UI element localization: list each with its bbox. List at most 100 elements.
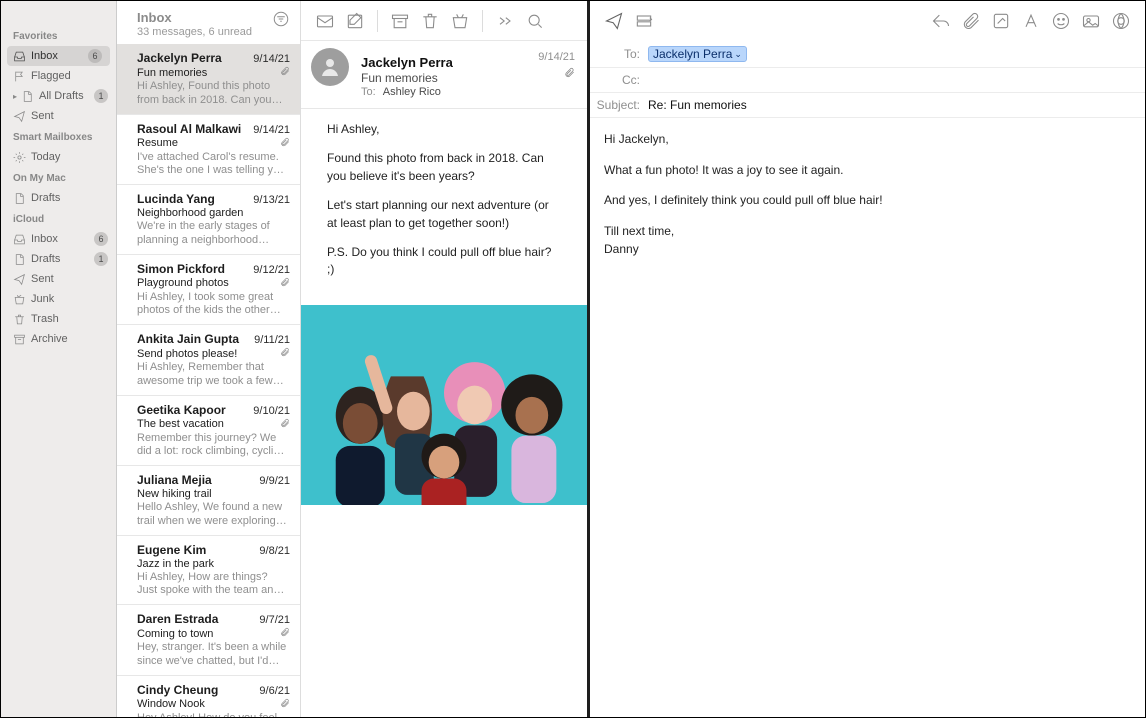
junk-icon[interactable] (446, 7, 474, 35)
subject-field[interactable]: Subject: Re: Fun memories (590, 93, 1145, 118)
link-icon[interactable] (1107, 7, 1135, 35)
date: 9/13/21 (253, 194, 290, 206)
sender: Rasoul Al Malkawi (137, 122, 245, 136)
date: 9/10/21 (253, 405, 290, 417)
badge: 6 (88, 49, 102, 63)
to-label: To: (361, 86, 376, 98)
trash-icon[interactable] (416, 7, 444, 35)
paperclip-icon (280, 627, 290, 640)
sidebar-item-label: Inbox (31, 50, 88, 62)
sidebar-item-icloud-junk[interactable]: Junk (1, 289, 116, 309)
paperplane-icon (11, 109, 27, 123)
sender: Ankita Jain Gupta (137, 332, 243, 346)
subject: Playground photos (137, 277, 233, 289)
gear-icon (11, 150, 27, 164)
sidebar-item-all-drafts[interactable]: ▸ All Drafts 1 (1, 86, 116, 106)
sidebar-item-flagged[interactable]: Flagged (1, 66, 116, 86)
preview: Hey Ashley! How do you feel about blinds… (137, 712, 290, 718)
attach-icon[interactable] (957, 7, 985, 35)
subject: Window Nook (137, 698, 209, 710)
sidebar-item-icloud-sent[interactable]: Sent (1, 269, 116, 289)
markup-icon[interactable] (987, 7, 1015, 35)
message-list-item[interactable]: Juliana Mejia9/9/21New hiking trailHello… (117, 466, 300, 536)
to-field[interactable]: To: Jackelyn Perra ⌄ (590, 41, 1145, 68)
envelope-icon[interactable] (311, 7, 339, 35)
message-list[interactable]: Jackelyn Perra9/14/21Fun memoriesHi Ashl… (117, 44, 300, 717)
document-icon (11, 252, 27, 266)
paperclip-icon (280, 347, 290, 360)
chevron-down-icon[interactable]: ⌄ (734, 49, 742, 60)
subject: New hiking trail (137, 488, 216, 500)
sender: Juliana Mejia (137, 473, 216, 487)
archive-icon[interactable] (386, 7, 414, 35)
preview: Hi Ashley, How are things? Just spoke wi… (137, 571, 290, 599)
search-icon[interactable] (521, 7, 549, 35)
subject-value[interactable]: Re: Fun memories (648, 98, 1135, 112)
avatar (311, 48, 349, 86)
sender: Jackelyn Perra (137, 51, 226, 65)
inbox-icon (11, 49, 27, 63)
more-chevrons-icon[interactable] (491, 7, 519, 35)
date: 9/7/21 (259, 614, 290, 626)
message-list-item[interactable]: Rasoul Al Malkawi9/14/21ResumeI've attac… (117, 115, 300, 186)
subject: Jazz in the park (137, 558, 218, 570)
subject: The best vacation (137, 418, 228, 430)
date: 9/11/21 (254, 334, 290, 346)
document-icon (11, 191, 27, 205)
reading-pane: Jackelyn Perra Fun memories To: Ashley R… (301, 1, 587, 717)
emoji-icon[interactable] (1047, 7, 1075, 35)
message-date: 9/14/21 (538, 51, 575, 63)
sidebar-section-favorites: Favorites (1, 25, 116, 46)
sender: Cindy Cheung (137, 683, 222, 697)
format-icon[interactable] (1017, 7, 1045, 35)
subject: Coming to town (137, 628, 217, 640)
compose-icon[interactable] (341, 7, 369, 35)
message-toolbar (301, 1, 587, 41)
message-header: Jackelyn Perra Fun memories To: Ashley R… (301, 41, 587, 109)
flag-icon (11, 69, 27, 83)
preview: Remember this journey? We did a lot: roc… (137, 432, 290, 460)
send-icon[interactable] (600, 7, 628, 35)
message-list-item[interactable]: Simon Pickford9/12/21Playground photosHi… (117, 255, 300, 326)
date: 9/8/21 (259, 545, 290, 557)
attached-photo (301, 305, 587, 505)
compose-toolbar (590, 1, 1145, 41)
cc-field[interactable]: Cc: (590, 68, 1145, 93)
message-body: Hi Ashley, Found this photo from back in… (301, 109, 587, 305)
sidebar-item-inbox[interactable]: Inbox 6 (7, 46, 110, 66)
paperclip-icon (280, 277, 290, 290)
chevron-right-icon[interactable]: ▸ (11, 92, 19, 101)
subject: Send photos please! (137, 348, 241, 360)
sender: Simon Pickford (137, 262, 229, 276)
sidebar-item-sent[interactable]: Sent (1, 106, 116, 126)
paperclip-icon (538, 67, 575, 81)
sidebar-item-local-drafts[interactable]: Drafts (1, 188, 116, 208)
message-list-item[interactable]: Lucinda Yang9/13/21Neighborhood gardenWe… (117, 185, 300, 255)
trash-icon (11, 312, 27, 326)
message-list-item[interactable]: Eugene Kim 9/8/21 Jazz in the parkHi Ashle… (117, 536, 300, 606)
message-list-item[interactable]: Geetika Kapoor9/10/21The best vacationRe… (117, 396, 300, 467)
message-list-item[interactable]: Cindy Cheung 9/6/21 Window Nook Hey Ashley!… (117, 676, 300, 718)
sender: Lucinda Yang (137, 192, 219, 206)
sidebar-item-icloud-trash[interactable]: Trash (1, 309, 116, 329)
sidebar-item-today[interactable]: Today (1, 147, 116, 167)
to-token[interactable]: Jackelyn Perra ⌄ (648, 46, 747, 62)
sidebar-item-icloud-drafts[interactable]: Drafts 1 (1, 249, 116, 269)
sender: Eugene Kim (137, 543, 210, 557)
document-icon (19, 89, 35, 103)
compose-body[interactable]: Hi Jackelyn, What a fun photo! It was a … (590, 118, 1145, 283)
paperclip-icon (280, 66, 290, 79)
sender: Daren Estrada (137, 612, 222, 626)
filter-icon[interactable] (272, 10, 290, 31)
header-fields-icon[interactable] (630, 7, 658, 35)
message-list-item[interactable]: Jackelyn Perra9/14/21Fun memoriesHi Ashl… (117, 44, 300, 115)
reply-icon[interactable] (927, 7, 955, 35)
photo-icon[interactable] (1077, 7, 1105, 35)
paperclip-icon (280, 418, 290, 431)
sidebar-item-icloud-archive[interactable]: Archive (1, 329, 116, 349)
message-list-item[interactable]: Daren Estrada9/7/21Coming to townHey, st… (117, 605, 300, 676)
preview: Hello Ashley, We found a new trail when … (137, 501, 290, 529)
date: 9/6/21 (259, 685, 290, 697)
sidebar-item-icloud-inbox[interactable]: Inbox 6 (1, 229, 116, 249)
message-list-item[interactable]: Ankita Jain Gupta 9/11/21 Send photos plea… (117, 325, 300, 396)
